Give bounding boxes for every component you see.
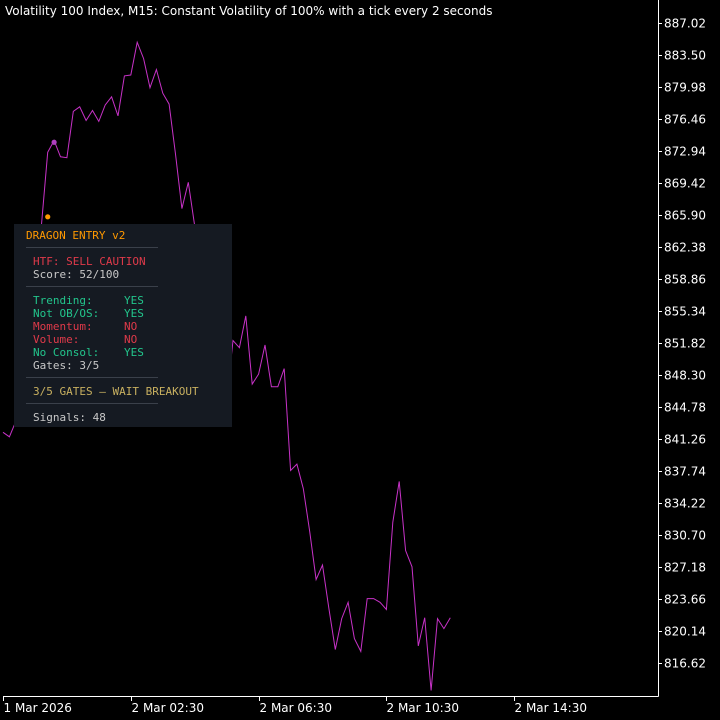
y-tick-label: 837.74 (664, 465, 706, 479)
y-tick-label: 823.66 (664, 593, 706, 607)
chart-title: Volatility 100 Index, M15: Constant Vola… (5, 4, 493, 18)
indicator-label: Volume: (33, 333, 80, 346)
panel-divider (26, 377, 158, 378)
indicator-value: NO (124, 320, 138, 333)
y-tick-label: 879.98 (664, 81, 706, 95)
x-tick-label: 2 Mar 02:30 (132, 701, 205, 715)
x-tick-label: 2 Mar 10:30 (387, 701, 460, 715)
indicator-label: Not OB/OS: (33, 307, 100, 320)
y-tick-label: 887.02 (664, 17, 706, 31)
signal-marker (51, 139, 57, 145)
dragon-entry-panel: DRAGON ENTRY v2 HTF: SELL CAUTION Score:… (14, 224, 232, 427)
gates-count: Gates: 3/5 (33, 359, 100, 372)
y-tick-label: 830.70 (664, 529, 706, 543)
y-tick-label: 858.86 (664, 273, 706, 287)
htf-status: HTF: SELL CAUTION (33, 255, 146, 268)
signal-marker (45, 214, 51, 220)
x-tick-label: 2 Mar 06:30 (260, 701, 333, 715)
y-tick-label: 848.30 (664, 369, 706, 383)
panel-divider (26, 403, 158, 404)
y-tick-label: 844.78 (664, 401, 706, 415)
y-tick-label: 883.50 (664, 49, 706, 63)
y-tick-label: 862.38 (664, 241, 706, 255)
panel-divider (26, 286, 158, 287)
x-tick-label: 1 Mar 2026 (4, 701, 72, 715)
y-tick-label: 820.14 (664, 625, 706, 639)
panel-title: DRAGON ENTRY v2 (26, 229, 126, 242)
y-tick-label: 872.94 (664, 145, 706, 159)
score-text: Score: 52/100 (33, 268, 120, 281)
indicator-label: Momentum: (33, 320, 93, 333)
y-tick-label: 851.82 (664, 337, 706, 351)
y-tick-label: 816.62 (664, 657, 706, 671)
indicator-value: YES (124, 294, 144, 307)
y-tick-label: 876.46 (664, 113, 706, 127)
x-tick-label: 2 Mar 14:30 (515, 701, 588, 715)
gates-status: 3/5 GATES — WAIT BREAKOUT (33, 385, 199, 398)
indicator-value: YES (124, 307, 144, 320)
y-tick-label: 869.42 (664, 177, 706, 191)
indicator-label: No Consol: (33, 346, 100, 359)
indicator-label: Trending: (33, 294, 93, 307)
y-tick-label: 834.22 (664, 497, 706, 511)
y-tick-label: 827.18 (664, 561, 706, 575)
indicator-value: YES (124, 346, 144, 359)
indicator-value: NO (124, 333, 138, 346)
y-tick-label: 865.90 (664, 209, 706, 223)
y-tick-label: 841.26 (664, 433, 706, 447)
panel-divider (26, 247, 158, 248)
signals-count: Signals: 48 (33, 411, 106, 424)
y-tick-label: 855.34 (664, 305, 706, 319)
